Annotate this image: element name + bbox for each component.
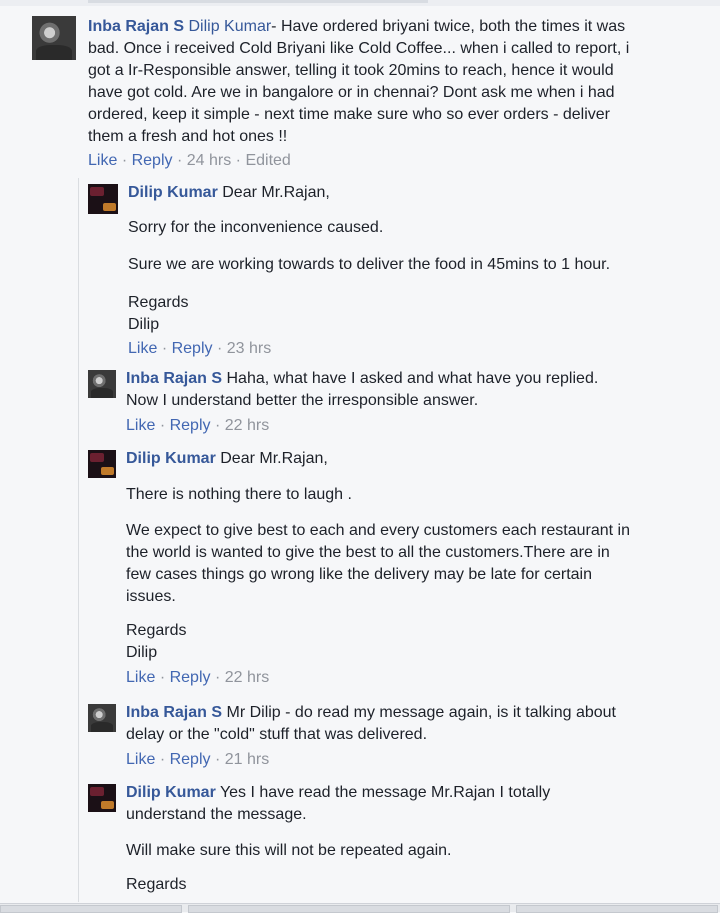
reply-body: Inba Rajan S Mr Dilip - do read my messa… — [126, 702, 706, 771]
timestamp[interactable]: 21 hrs — [225, 751, 269, 768]
comment-thread: Inba Rajan S Dilip Kumar- Have ordered b… — [0, 0, 720, 913]
avatar[interactable] — [88, 450, 116, 478]
reply-link[interactable]: Reply — [132, 152, 173, 169]
mention-link[interactable]: Dilip Kumar — [188, 18, 271, 35]
timestamp[interactable]: 22 hrs — [225, 669, 269, 686]
reply-actions: Like · Reply · 21 hrs — [126, 751, 270, 768]
reply-author[interactable]: Inba Rajan S — [126, 704, 222, 721]
reply-thread-line — [78, 178, 79, 902]
reply-actions: Like · Reply · 22 hrs — [126, 417, 270, 434]
comment-actions: Like · Reply · 24 hrs · Edited — [88, 152, 291, 169]
comment-author[interactable]: Inba Rajan S — [88, 18, 184, 35]
reply-author[interactable]: Dilip Kumar — [126, 450, 216, 467]
reply-link[interactable]: Reply — [172, 340, 213, 357]
comment-body: Inba Rajan S Dilip Kumar- Have ordered b… — [88, 16, 708, 172]
timestamp[interactable]: 23 hrs — [227, 340, 271, 357]
reply-link[interactable]: Reply — [170, 669, 211, 686]
reply-link[interactable]: Reply — [170, 417, 211, 434]
like-link[interactable]: Like — [88, 152, 117, 169]
like-link[interactable]: Like — [126, 751, 155, 768]
reply-actions: Like · Reply · 23 hrs — [128, 340, 272, 357]
reply-author[interactable]: Dilip Kumar — [126, 784, 216, 801]
avatar[interactable] — [88, 704, 116, 732]
avatar[interactable] — [32, 16, 76, 60]
reply-actions: Like · Reply · 22 hrs — [126, 669, 270, 686]
horizontal-scrollbar[interactable] — [0, 903, 720, 913]
avatar[interactable] — [88, 184, 118, 214]
reply-body: Dilip Kumar Dear Mr.Rajan, Sorry for the… — [128, 182, 708, 360]
reply-body: Inba Rajan S Haha, what have I asked and… — [126, 368, 706, 437]
like-link[interactable]: Like — [128, 340, 157, 357]
avatar[interactable] — [88, 784, 116, 812]
reply-link[interactable]: Reply — [170, 751, 211, 768]
reply-body: Dilip Kumar Yes I have read the message … — [126, 784, 551, 893]
reply-body: Dilip Kumar Dear Mr.Rajan, There is noth… — [126, 448, 706, 689]
comment-top-level: Inba Rajan S Dilip Kumar- Have ordered b… — [0, 0, 720, 180]
reply-author[interactable]: Dilip Kumar — [128, 184, 218, 201]
edited-label[interactable]: Edited — [245, 152, 290, 169]
like-link[interactable]: Like — [126, 669, 155, 686]
reply-author[interactable]: Inba Rajan S — [126, 370, 222, 387]
timestamp[interactable]: 22 hrs — [225, 417, 269, 434]
timestamp[interactable]: 24 hrs — [187, 152, 231, 169]
like-link[interactable]: Like — [126, 417, 155, 434]
avatar[interactable] — [88, 370, 116, 398]
